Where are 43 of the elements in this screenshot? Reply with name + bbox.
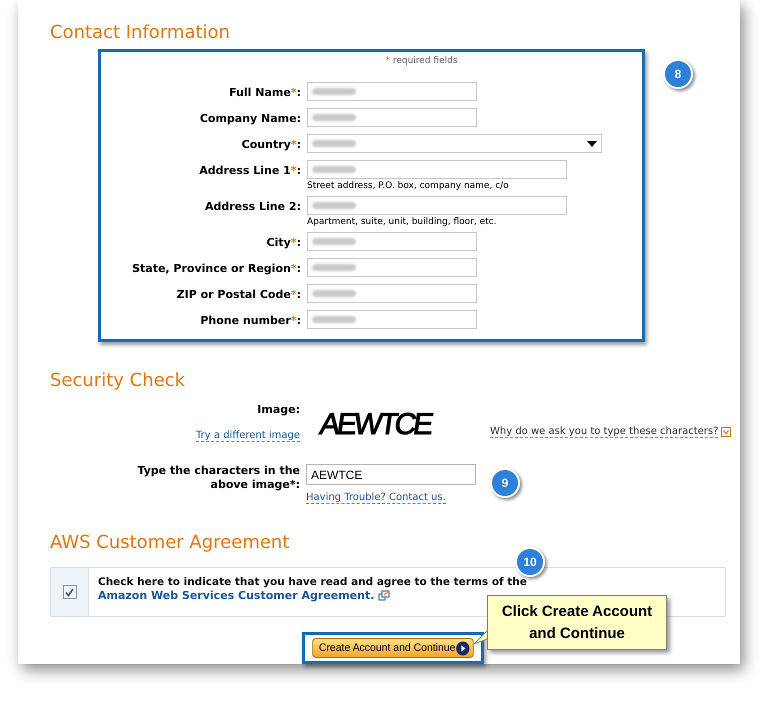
try-different-link[interactable]: Try a different image [196, 430, 300, 442]
step-badge: 8 [663, 59, 693, 89]
section-heading: AWS Customer Agreement [50, 532, 290, 553]
field-label: Address Line 1*: [198, 163, 301, 179]
captcha-input[interactable]: AEWTCE [306, 464, 476, 485]
field-label: State, Province or Region*: [131, 261, 301, 277]
field-label: City*: [266, 235, 301, 251]
create-account-button[interactable]: Create Account and Continue [312, 638, 474, 658]
callout-tooltip: Click Create Account and Continue [487, 595, 667, 650]
captcha-image: AEWTCE [318, 408, 434, 442]
chevron-icon[interactable] [721, 427, 732, 437]
step-badge: 10 [515, 547, 545, 577]
agreement-text: Check here to indicate that you have read and agree to the terms of the [98, 576, 527, 588]
agreement-link[interactable]: Amazon Web Services Customer Agreement. [98, 589, 374, 602]
external-link-icon [378, 590, 390, 601]
play-icon [456, 640, 470, 656]
country-dropdown[interactable] [307, 134, 602, 153]
text-field[interactable] [307, 160, 567, 179]
agreement-checkbox[interactable] [62, 585, 76, 599]
field-label: Company Name: [198, 111, 301, 127]
required-note: * required fields [384, 56, 459, 66]
captcha-label: Type the characters in the above image*: [136, 464, 300, 493]
text-field[interactable] [307, 284, 477, 303]
field-label: Phone number*: [199, 313, 301, 329]
text-field[interactable] [307, 108, 477, 127]
image-label: Image: [257, 403, 300, 416]
help-link[interactable]: Having Trouble? Contact us. [306, 492, 446, 504]
field-label: ZIP or Postal Code*: [176, 287, 301, 303]
text-field[interactable] [307, 258, 477, 277]
text-field[interactable] [307, 82, 477, 101]
field-label: Country*: [240, 137, 301, 153]
field-hint: Apartment, suite, unit, building, floor, etc. [307, 217, 498, 227]
step-badge: 9 [490, 468, 520, 498]
section-heading: Contact Information [50, 22, 231, 43]
text-field[interactable] [307, 196, 567, 215]
caret-icon [587, 140, 597, 146]
text-field[interactable] [307, 310, 477, 329]
text-field[interactable] [307, 232, 477, 251]
field-label: Address Line 2: [204, 199, 301, 215]
section-heading: Security Check [50, 370, 186, 391]
field-hint: Street address, P.O. box, company name, c/o [307, 181, 510, 191]
field-label: Full Name*: [228, 85, 301, 101]
why-link[interactable]: Why do we ask you to type these characters? [490, 426, 718, 438]
